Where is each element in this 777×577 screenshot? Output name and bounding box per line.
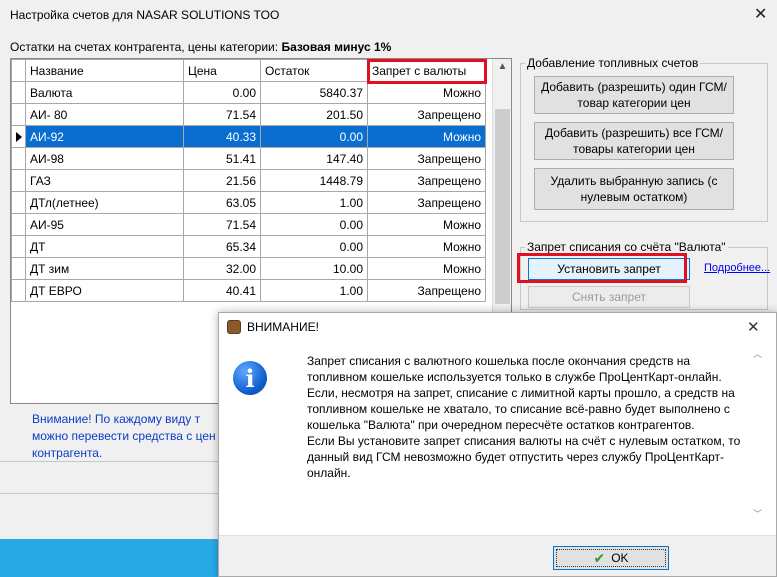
cell-name[interactable]: АИ-98 (25, 147, 184, 170)
cell-ban[interactable]: Можно (367, 125, 486, 148)
column-header-price[interactable]: Цена (183, 59, 261, 82)
cell-name[interactable]: АИ-92 (25, 125, 184, 148)
cell-name[interactable]: ДТ (25, 235, 184, 258)
table-row[interactable]: ГАЗ 21.56 1448.79 Запрещено (11, 169, 486, 192)
table-row[interactable]: АИ- 80 71.54 201.50 Запрещено (11, 103, 486, 126)
dialog-title: ВНИМАНИЕ! (247, 320, 319, 334)
dialog-scrollbar[interactable]: ︿ ﹀ (749, 347, 766, 523)
cell-name[interactable]: АИ- 80 (25, 103, 184, 126)
cell-rest[interactable]: 0.00 (260, 125, 368, 148)
cell-rest[interactable]: 10.00 (260, 257, 368, 280)
cell-ban[interactable]: Можно (367, 257, 486, 280)
ok-button[interactable]: ✔ OK (553, 546, 669, 570)
row-indicator (11, 279, 26, 302)
delete-record-button[interactable]: Удалить выбранную запись (с нулевым оста… (534, 168, 734, 210)
warning-note: Внимание! По каждому виду т можно переве… (32, 412, 216, 460)
cell-ban[interactable]: Запрещено (367, 169, 486, 192)
cell-price[interactable]: 0.00 (183, 81, 261, 104)
table-row[interactable]: АИ-98 51.41 147.40 Запрещено (11, 147, 486, 170)
row-indicator (11, 257, 26, 280)
add-accounts-legend: Добавление топливных счетов (527, 56, 699, 70)
current-row-icon (16, 131, 22, 142)
table-row[interactable]: АИ-92 40.33 0.00 Можно (11, 125, 486, 148)
cell-price[interactable]: 32.00 (183, 257, 261, 280)
chevron-down-icon[interactable]: ﹀ (749, 507, 766, 520)
more-link[interactable]: Подробнее... (704, 262, 770, 274)
row-indicator (11, 169, 26, 192)
column-header-rest[interactable]: Остаток (260, 59, 368, 82)
dialog-titlebar: ВНИМАНИЕ! ✕ (219, 313, 776, 341)
cell-rest[interactable]: 1.00 (260, 191, 368, 214)
cell-price[interactable]: 40.41 (183, 279, 261, 302)
row-indicator (11, 191, 26, 214)
cell-rest[interactable]: 1448.79 (260, 169, 368, 192)
cell-price[interactable]: 71.54 (183, 213, 261, 236)
checkmark-icon: ✔ (593, 550, 606, 566)
accounts-table: Название Цена Остаток Запрет с валюты Ва… (11, 59, 486, 302)
cell-ban[interactable]: Можно (367, 213, 486, 236)
cell-price[interactable]: 65.34 (183, 235, 261, 258)
close-icon[interactable]: ✕ (754, 4, 767, 24)
ban-column-highlight (367, 59, 487, 84)
table-row[interactable]: ДТл(летнее) 63.05 1.00 Запрещено (11, 191, 486, 214)
cell-name[interactable]: ДТ ЕВРО (25, 279, 184, 302)
dialog-footer (219, 535, 776, 576)
cell-price[interactable]: 51.41 (183, 147, 261, 170)
ok-label: OK (611, 551, 629, 565)
cell-name[interactable]: ГАЗ (25, 169, 184, 192)
row-indicator (11, 147, 26, 170)
add-all-button[interactable]: Добавить (разрешить) все ГСМ/товары кате… (534, 122, 734, 160)
table-row[interactable]: ДТ ЕВРО 40.41 1.00 Запрещено (11, 279, 486, 302)
indicator-header (11, 59, 26, 82)
cell-price[interactable]: 63.05 (183, 191, 261, 214)
cell-ban[interactable]: Запрещено (367, 191, 486, 214)
cell-name[interactable]: ДТ зим (25, 257, 184, 280)
table-row[interactable]: ДТ зим 32.00 10.00 Можно (11, 257, 486, 280)
table-row[interactable]: АИ-95 71.54 0.00 Можно (11, 213, 486, 236)
cell-ban[interactable]: Запрещено (367, 103, 486, 126)
cell-name[interactable]: Валюта (25, 81, 184, 104)
app-icon (227, 320, 241, 334)
cell-ban[interactable]: Можно (367, 81, 486, 104)
row-indicator (11, 235, 26, 258)
cell-rest[interactable]: 0.00 (260, 213, 368, 236)
add-one-button[interactable]: Добавить (разрешить) один ГСМ/товар кате… (534, 76, 734, 114)
set-ban-highlight (517, 253, 687, 283)
table-row[interactable]: Валюта 0.00 5840.37 Можно (11, 81, 486, 104)
remove-ban-button[interactable]: Снять запрет (528, 286, 690, 308)
cell-price[interactable]: 40.33 (183, 125, 261, 148)
row-indicator (11, 81, 26, 104)
dialog-message: Запрет списания с валютного кошелька пос… (307, 354, 741, 480)
warning-dialog: ВНИМАНИЕ! ✕ i Запрет списания с валютног… (218, 312, 777, 577)
cell-rest[interactable]: 5840.37 (260, 81, 368, 104)
scroll-up-icon[interactable]: ▲ (493, 61, 512, 72)
category-prefix: Остатки на счетах контрагента, цены кате… (10, 40, 279, 54)
cell-rest[interactable]: 0.00 (260, 235, 368, 258)
column-header-name[interactable]: Название (25, 59, 184, 82)
category-line: Остатки на счетах контрагента, цены кате… (10, 40, 391, 54)
table-row[interactable]: ДТ 65.34 0.00 Можно (11, 235, 486, 258)
cell-price[interactable]: 21.56 (183, 169, 261, 192)
cell-ban[interactable]: Запрещено (367, 147, 486, 170)
cell-rest[interactable]: 201.50 (260, 103, 368, 126)
close-icon[interactable]: ✕ (747, 318, 760, 336)
cell-name[interactable]: ДТл(летнее) (25, 191, 184, 214)
info-icon: i (233, 361, 267, 395)
scroll-thumb[interactable] (495, 109, 510, 304)
window-title: Настройка счетов для NASAR SOLUTIONS TOO (10, 8, 280, 22)
currency-ban-legend: Запрет списания со счёта "Валюта" (527, 240, 726, 254)
cell-ban[interactable]: Можно (367, 235, 486, 258)
cell-ban[interactable]: Запрещено (367, 279, 486, 302)
row-indicator (11, 125, 26, 148)
cell-price[interactable]: 71.54 (183, 103, 261, 126)
row-indicator (11, 103, 26, 126)
category-name: Базовая минус 1% (281, 40, 392, 54)
row-indicator (11, 213, 26, 236)
cell-name[interactable]: АИ-95 (25, 213, 184, 236)
cell-rest[interactable]: 1.00 (260, 279, 368, 302)
chevron-up-icon[interactable]: ︿ (749, 347, 766, 360)
cell-rest[interactable]: 147.40 (260, 147, 368, 170)
